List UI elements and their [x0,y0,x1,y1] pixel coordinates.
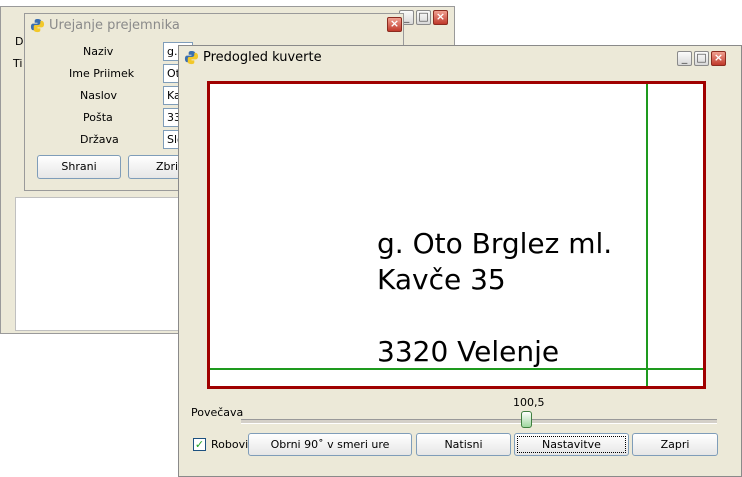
edges-checkbox-group[interactable]: ✓ Robovi [193,437,249,453]
python-icon [184,50,199,65]
address-line-city: 3320 Velenje [377,335,560,368]
rotate-button[interactable]: Obrni 90˚ v smeri ure [248,433,412,456]
envelope-canvas: g. Oto Brglez ml. Kavče 35 3320 Velenje [207,81,706,389]
python-icon [30,18,45,33]
field-label-naziv: Naziv [83,45,114,58]
zoom-label: Povečava [191,406,244,419]
window-title: Predogled kuverte [203,50,322,65]
field-label-naslov: Naslov [80,89,117,102]
edit-titlebar[interactable]: Urejanje prejemnika × [25,14,403,36]
zoom-slider-track[interactable] [241,419,717,424]
window-title: Urejanje prejemnika [49,18,180,33]
address-line-name: g. Oto Brglez ml. [377,227,613,260]
edges-label: Robovi [211,438,249,451]
maximize-button[interactable]: □ [694,51,709,66]
edges-checkbox[interactable]: ✓ [193,438,206,451]
field-label-ime-priimek: Ime Priimek [69,67,135,80]
field-label-posta: Pošta [83,111,113,124]
print-button[interactable]: Natisni [416,433,511,456]
main-label: Ti [13,57,23,70]
close-button[interactable]: × [433,10,448,25]
menu-item[interactable]: D [15,35,23,48]
settings-button[interactable]: Nastavitve [514,433,629,456]
zoom-value: 100,5 [513,396,545,409]
minimize-button[interactable]: _ [677,51,692,66]
address-line-blank [377,298,612,334]
preview-titlebar[interactable]: Predogled kuverte _ □ × [179,46,741,68]
vertical-guide-line [646,84,648,386]
field-label-drzava: Država [80,133,119,146]
envelope-preview-window: Predogled kuverte _ □ × g. Oto Brglez ml… [178,45,742,477]
close-window-button[interactable]: Zapri [632,433,718,456]
envelope-address: g. Oto Brglez ml. Kavče 35 3320 Velenje [377,226,612,370]
close-button[interactable]: × [387,17,402,32]
zoom-slider-thumb[interactable] [521,411,533,428]
address-line-street: Kavče 35 [377,263,506,296]
close-button[interactable]: × [711,51,726,66]
maximize-button[interactable]: □ [416,10,431,25]
save-button[interactable]: Shrani [37,155,121,179]
